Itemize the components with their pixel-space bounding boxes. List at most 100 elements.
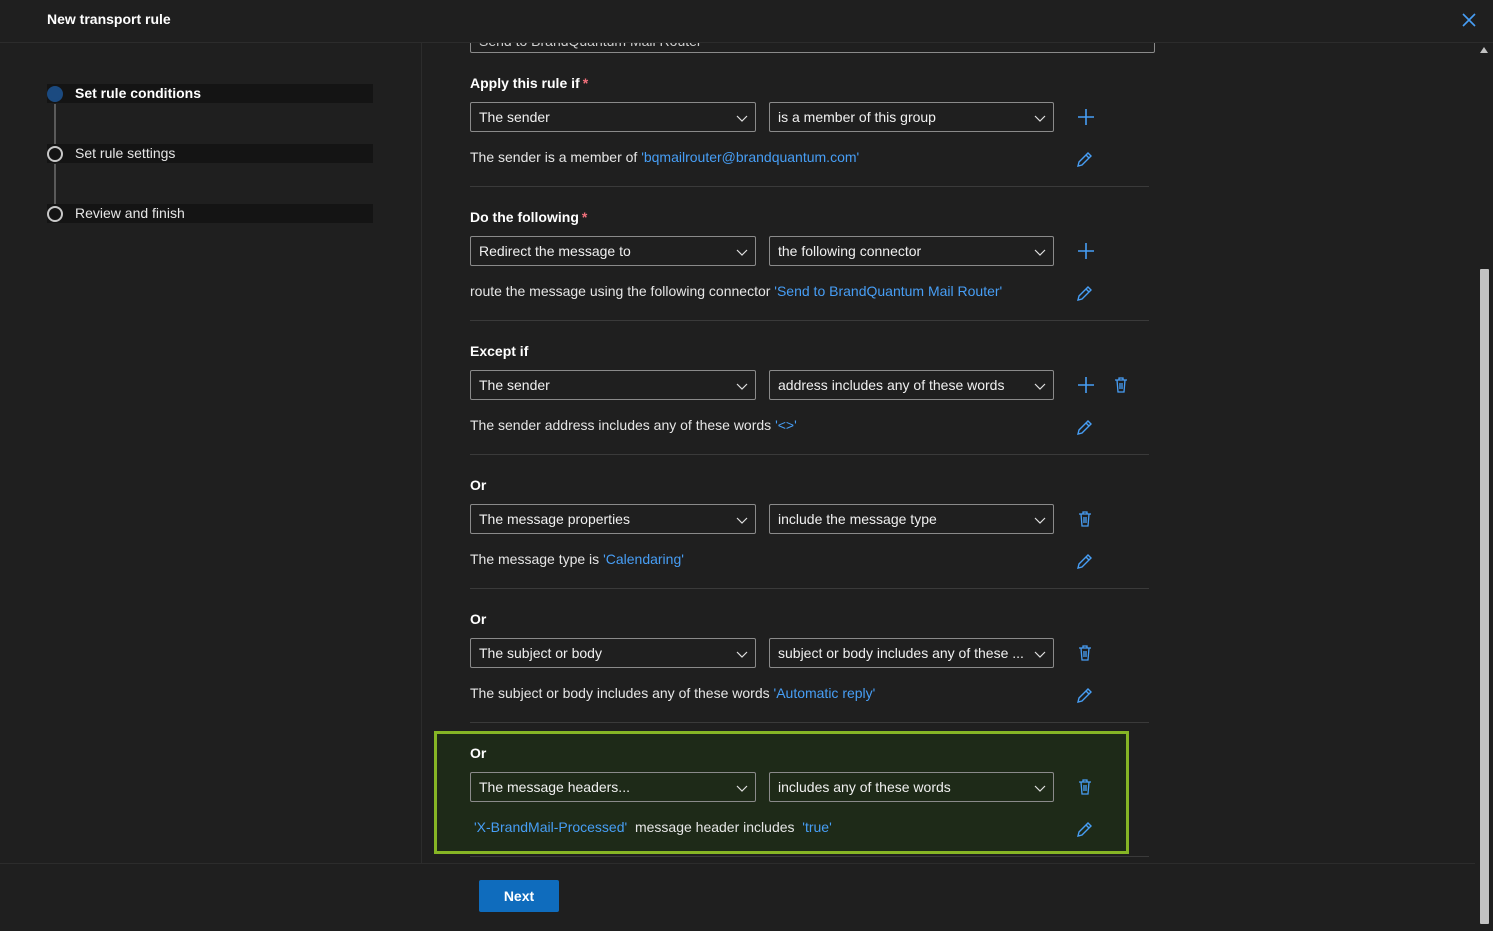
close-icon: [1462, 13, 1476, 27]
rule-name-input[interactable]: Send to BrandQuantum Mail Router: [470, 43, 1155, 53]
exception-operator-dropdown[interactable]: include the message type: [769, 504, 1054, 534]
exception-operator-dropdown[interactable]: address includes any of these words: [769, 370, 1054, 400]
edit-exception-button[interactable]: [1073, 819, 1095, 841]
chevron-down-icon: [736, 383, 748, 390]
section-divider: [470, 588, 1149, 589]
step-indicator-active-icon: [47, 86, 63, 102]
required-marker: *: [581, 209, 588, 225]
required-marker: *: [582, 75, 589, 91]
exception-summary: 'X-BrandMail-Processed' message header i…: [474, 819, 832, 835]
plus-icon: [1078, 377, 1094, 393]
pencil-icon: [1077, 420, 1092, 435]
edit-exception-button[interactable]: [1073, 417, 1095, 439]
chevron-down-icon: [1034, 651, 1046, 658]
edit-condition-button[interactable]: [1073, 149, 1095, 171]
action-dropdown[interactable]: Redirect the message to: [470, 236, 756, 266]
delete-exception-button[interactable]: [1074, 642, 1096, 664]
section-divider: [470, 186, 1149, 187]
pencil-icon: [1077, 286, 1092, 301]
step-indicator-icon: [47, 146, 63, 162]
plus-icon: [1078, 109, 1094, 125]
pencil-icon: [1077, 554, 1092, 569]
step-review-and-finish[interactable]: Review and finish: [47, 204, 373, 223]
step-label: Set rule conditions: [75, 85, 202, 101]
section-title: Except if: [470, 343, 529, 359]
action-target-dropdown[interactable]: the following connector: [769, 236, 1054, 266]
vertical-scrollbar[interactable]: [1476, 43, 1493, 930]
section-title: Or: [470, 611, 487, 627]
add-condition-button[interactable]: [1075, 106, 1097, 128]
pencil-icon: [1077, 152, 1092, 167]
section-title: Apply this rule if *: [470, 75, 589, 91]
chevron-down-icon: [1034, 115, 1046, 122]
exception-summary: The subject or body includes any of thes…: [470, 685, 876, 701]
panel-header: New transport rule: [0, 0, 1493, 43]
section-divider: [470, 722, 1149, 723]
step-connector: [54, 164, 56, 204]
chevron-down-icon: [736, 651, 748, 658]
panel-footer: Next: [0, 863, 1475, 931]
action-summary: route the message using the following co…: [470, 283, 1003, 299]
pencil-icon: [1077, 822, 1092, 837]
section-title: Do the following *: [470, 209, 588, 225]
edit-exception-button[interactable]: [1073, 685, 1095, 707]
exception-operator-dropdown[interactable]: includes any of these words: [769, 772, 1054, 802]
header-value-link[interactable]: 'true': [802, 819, 831, 835]
chevron-down-icon: [736, 785, 748, 792]
action-value-link[interactable]: 'Send to BrandQuantum Mail Router': [774, 283, 1002, 299]
close-button[interactable]: [1458, 9, 1480, 31]
panel-title: New transport rule: [47, 11, 171, 27]
exception-dropdown[interactable]: The subject or body: [470, 638, 756, 668]
pencil-icon: [1077, 688, 1092, 703]
chevron-down-icon: [736, 249, 748, 256]
step-label: Set rule settings: [75, 145, 176, 161]
step-label: Review and finish: [75, 205, 185, 221]
chevron-down-icon: [736, 115, 748, 122]
trash-icon: [1079, 511, 1091, 527]
section-divider: [470, 454, 1149, 455]
condition-value-link[interactable]: 'bqmailrouter@brandquantum.com': [641, 149, 859, 165]
header-name-link[interactable]: 'X-BrandMail-Processed': [474, 819, 627, 835]
trash-icon: [1079, 645, 1091, 661]
step-indicator-icon: [47, 206, 63, 222]
condition-operator-dropdown[interactable]: is a member of this group: [769, 102, 1054, 132]
delete-exception-button[interactable]: [1074, 776, 1096, 798]
edit-action-button[interactable]: [1073, 283, 1095, 305]
step-connector: [54, 104, 56, 144]
exception-value-link[interactable]: '<>': [775, 417, 797, 433]
scroll-up-arrow-icon[interactable]: [1480, 47, 1488, 53]
section-divider: [470, 320, 1149, 321]
delete-exception-button[interactable]: [1074, 508, 1096, 530]
chevron-down-icon: [736, 517, 748, 524]
exception-dropdown[interactable]: The sender: [470, 370, 756, 400]
exception-dropdown[interactable]: The message headers...: [470, 772, 756, 802]
exception-value-link[interactable]: 'Calendaring': [603, 551, 684, 567]
exception-summary: The sender address includes any of these…: [470, 417, 797, 433]
add-action-button[interactable]: [1075, 240, 1097, 262]
section-title: Or: [470, 745, 487, 761]
next-button[interactable]: Next: [479, 880, 559, 912]
exception-summary: The message type is 'Calendaring': [470, 551, 684, 567]
section-title: Or: [470, 477, 487, 493]
scroll-down-arrow-icon[interactable]: [1480, 917, 1488, 923]
plus-icon: [1078, 243, 1094, 259]
step-set-rule-settings[interactable]: Set rule settings: [47, 144, 373, 163]
trash-icon: [1079, 779, 1091, 795]
chevron-down-icon: [1034, 517, 1046, 524]
exception-dropdown[interactable]: The message properties: [470, 504, 756, 534]
trash-icon: [1115, 377, 1127, 393]
scrollbar-thumb[interactable]: [1480, 269, 1489, 924]
chevron-down-icon: [1034, 383, 1046, 390]
condition-summary: The sender is a member of 'bqmailrouter@…: [470, 149, 860, 165]
delete-exception-button[interactable]: [1110, 374, 1132, 396]
exception-value-link[interactable]: 'Automatic reply': [774, 685, 876, 701]
wizard-steps: Set rule conditions Set rule settings Re…: [0, 43, 422, 863]
chevron-down-icon: [1034, 249, 1046, 256]
exception-operator-dropdown[interactable]: subject or body includes any of these ..…: [769, 638, 1054, 668]
edit-exception-button[interactable]: [1073, 551, 1095, 573]
step-set-rule-conditions[interactable]: Set rule conditions: [47, 84, 373, 103]
section-divider: [470, 856, 1149, 857]
rule-conditions-form: Send to BrandQuantum Mail Router Apply t…: [422, 43, 1475, 863]
condition-dropdown[interactable]: The sender: [470, 102, 756, 132]
add-exception-button[interactable]: [1075, 374, 1097, 396]
